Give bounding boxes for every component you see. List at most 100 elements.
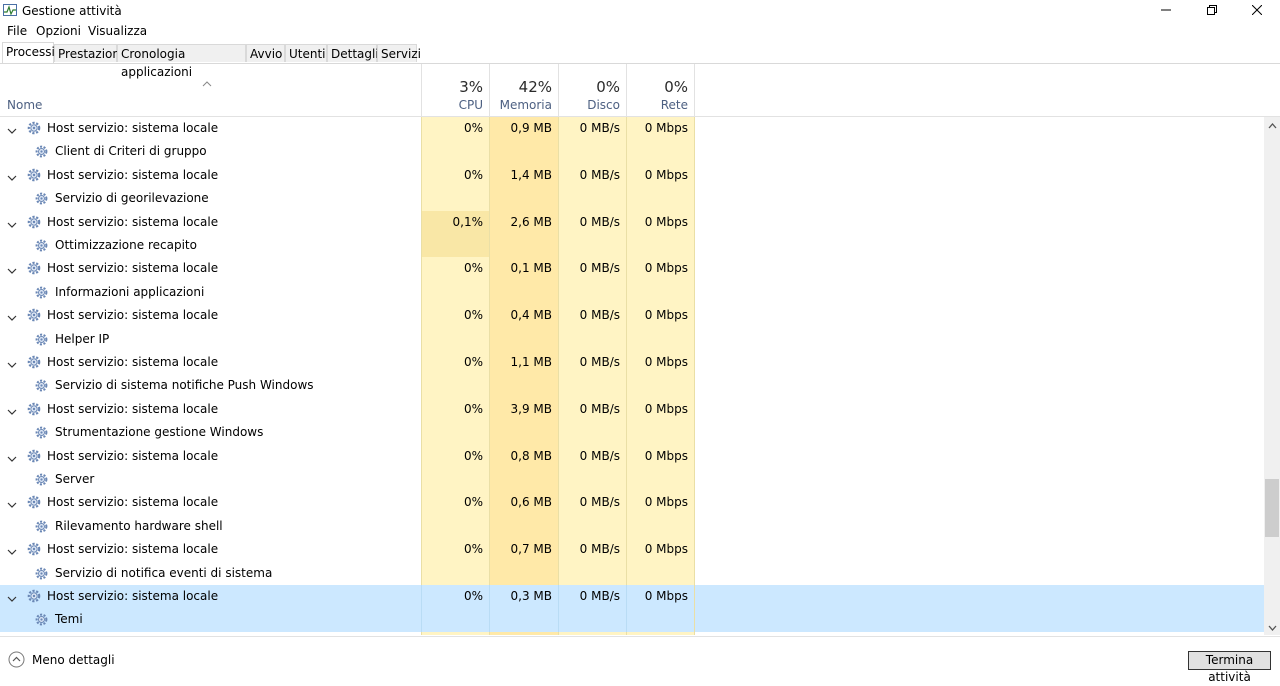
service-icon [34,144,49,159]
service-icon [34,425,49,440]
column-name[interactable]: Nome [7,98,42,112]
service-icon [34,612,49,627]
process-group-row[interactable]: Host servizio: sistema locale0%0,6 MB0 M… [0,491,1264,514]
process-group-row[interactable]: Host servizio: sistema locale0%1,1 MB0 M… [0,351,1264,374]
process-group-row[interactable]: Host servizio: sistema locale0%0,1 MB0 M… [0,257,1264,280]
service-row[interactable]: Servizio di notifica eventi di sistema [0,562,1264,585]
service-row[interactable]: Helper IP [0,328,1264,351]
cpu-cell [421,468,489,491]
column-network[interactable]: 0% Rete [626,64,695,116]
process-name: Host servizio: sistema locale [47,538,218,561]
collapse-details-icon[interactable] [8,651,25,668]
service-row[interactable]: Rilevamento hardware shell [0,515,1264,538]
service-name: Servizio di sistema notifiche Push Windo… [55,374,314,397]
chevron-down-icon[interactable] [7,545,17,552]
network-value: 0 Mbps [626,538,695,561]
tab-prestazioni[interactable]: Prestazioni [54,44,117,62]
cpu-value: 0% [421,304,489,327]
chevron-down-icon[interactable] [7,452,17,459]
service-icon [34,378,49,393]
memory-cell [489,421,558,444]
chevron-down-icon[interactable] [7,498,17,505]
task-manager-icon [3,4,17,16]
memory-value: 3,9 MB [489,398,558,421]
network-cell [626,187,695,210]
memory-total: 42% [519,78,552,96]
process-group-row[interactable]: Host servizio: sistema locale0%3,9 MB0 M… [0,398,1264,421]
service-row[interactable]: Servizio di georilevazione [0,187,1264,210]
tab-dettagli[interactable]: Dettagli [327,44,377,62]
disk-cell [558,140,626,163]
service-row[interactable]: Server [0,468,1264,491]
cpu-value: 0% [421,491,489,514]
memory-cell [489,187,558,210]
service-name: Client di Criteri di gruppo [55,140,207,163]
column-cpu[interactable]: 3% CPU [421,64,489,116]
end-task-button[interactable]: Termina attività [1188,651,1271,670]
scroll-thumb[interactable] [1265,479,1279,537]
memory-cell [489,468,558,491]
minimize-button[interactable] [1143,0,1189,22]
service-row[interactable]: Ottimizzazione recapito [0,234,1264,257]
memory-value: 1,1 MB [489,351,558,374]
chevron-down-icon[interactable] [7,592,17,599]
process-name: Host servizio: sistema locale [47,211,218,234]
memory-cell [489,234,558,257]
process-name: Host servizio: sistema locale [47,117,218,140]
chevron-down-icon[interactable] [7,311,17,318]
chevron-up-icon [1268,118,1277,132]
column-disk[interactable]: 0% Disco [558,64,626,116]
process-list[interactable]: Host servizio: sistema locale0%0,9 MB0 M… [0,117,1264,635]
process-group-row[interactable]: Host servizio: sistema locale0%1,4 MB0 M… [0,164,1264,187]
service-host-icon [26,260,42,276]
chevron-down-icon[interactable] [7,264,17,271]
vertical-scrollbar[interactable] [1264,117,1280,635]
tab-servizi[interactable]: Servizi [377,44,417,62]
disk-cell [558,281,626,304]
service-host-icon [26,541,42,557]
service-icon [34,285,49,300]
process-group-row[interactable]: Host servizio: sistema locale0%0,4 MB0 M… [0,304,1264,327]
service-row[interactable]: Strumentazione gestione Windows [0,421,1264,444]
service-row[interactable]: Temi [0,608,1264,631]
chevron-down-icon[interactable] [7,405,17,412]
process-name: Host servizio: sistema locale [47,632,218,635]
tab-avvio[interactable]: Avvio [246,44,285,62]
chevron-down-icon[interactable] [7,171,17,178]
chevron-down-icon[interactable] [7,218,17,225]
column-memory[interactable]: 42% Memoria [489,64,558,116]
disk-cell [558,328,626,351]
restore-button[interactable] [1189,0,1235,22]
process-group-row[interactable]: Host servizio: sistema locale0,1%2,6 MB0… [0,211,1264,234]
chevron-down-icon[interactable] [7,124,17,131]
service-row[interactable]: Servizio di sistema notifiche Push Windo… [0,374,1264,397]
service-host-icon [26,307,42,323]
process-group-row[interactable]: Host servizio: sistema locale0%0,7 MB0 M… [0,538,1264,561]
tab-processi[interactable]: Processi [2,42,54,63]
service-row[interactable]: Client di Criteri di gruppo [0,140,1264,163]
scroll-up-button[interactable] [1264,117,1280,133]
process-group-row[interactable]: Host servizio: sistema locale0%0,3 MB0 M… [0,585,1264,608]
tab-cronologia-applicazioni[interactable]: Cronologia applicazioni [117,44,246,62]
network-cell [626,468,695,491]
cpu-value: 0% [421,538,489,561]
service-host-icon [26,588,42,604]
cpu-cell [421,281,489,304]
scroll-down-button[interactable] [1264,619,1280,635]
disk-cell [558,562,626,585]
tab-utenti[interactable]: Utenti [285,44,327,62]
process-group-row[interactable]: Host servizio: sistema locale0%0,8 MB0 M… [0,445,1264,468]
menu-view[interactable]: Visualizza [88,24,147,38]
menu-options[interactable]: Opzioni [36,24,81,38]
service-row[interactable]: Informazioni applicazioni [0,281,1264,304]
less-details-link[interactable]: Meno dettagli [32,653,115,667]
disk-total: 0% [596,78,620,96]
process-group-row[interactable]: Host servizio: sistema locale0%0,9 MB0 M… [0,117,1264,140]
memory-cell [489,374,558,397]
network-value: 0 Mbps [626,164,695,187]
chevron-down-icon[interactable] [7,358,17,365]
menu-file[interactable]: File [7,24,27,38]
memory-value: 0,3 MB [489,585,558,608]
close-button[interactable] [1234,0,1280,22]
process-group-row[interactable]: Host servizio: sistema locale0%0,7 MB0 M… [0,632,1264,635]
